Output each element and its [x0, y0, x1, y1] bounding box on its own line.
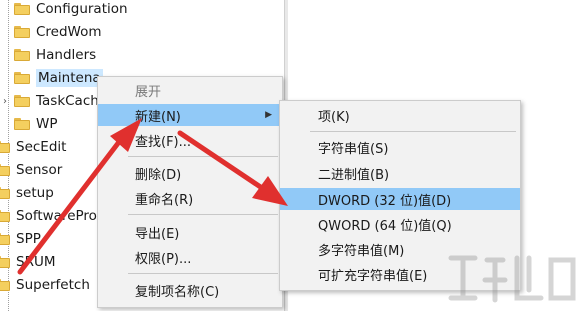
arrow-to-dword-icon	[177, 130, 288, 206]
watermark-logo	[448, 255, 576, 303]
arrow-to-new-icon	[17, 118, 142, 275]
